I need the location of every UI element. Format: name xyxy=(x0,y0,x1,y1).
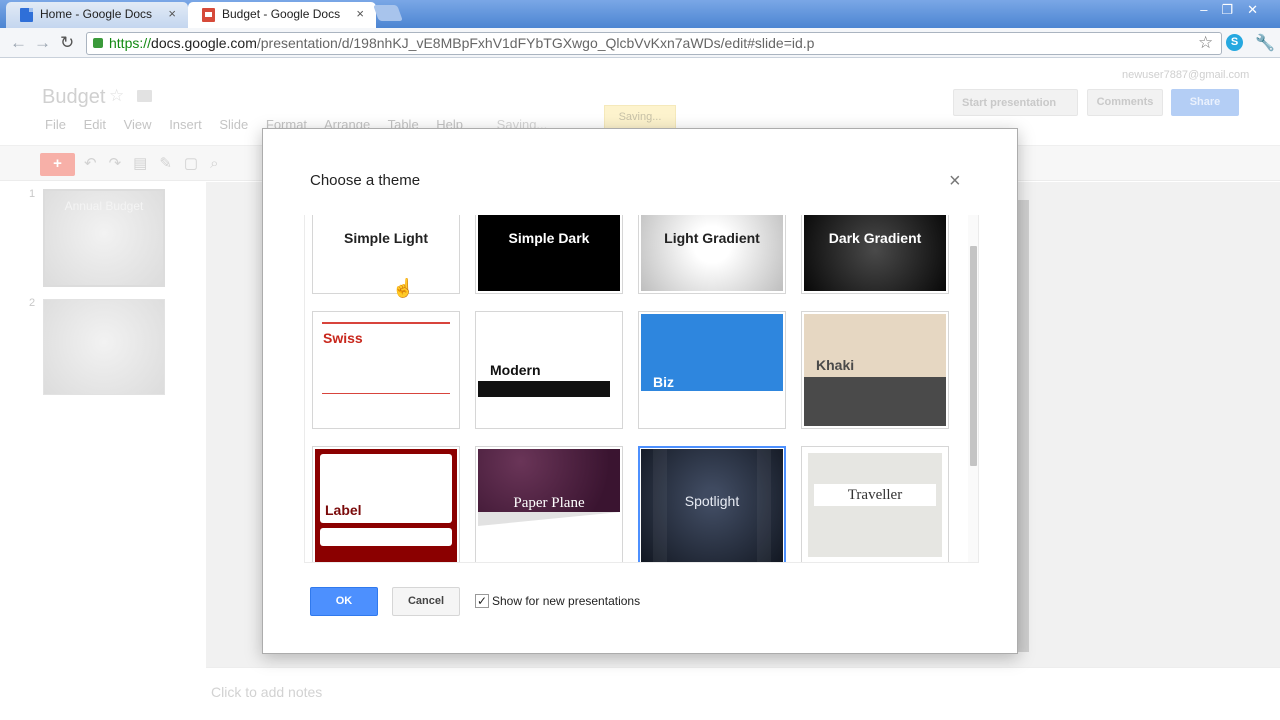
docs-icon xyxy=(20,8,33,22)
back-arrow-icon[interactable]: ← xyxy=(10,33,27,53)
user-email[interactable]: newuser7887@gmail.com xyxy=(1122,69,1249,81)
theme-rule xyxy=(322,322,450,324)
theme-light-gradient[interactable]: Light Gradient xyxy=(638,215,786,294)
share-button[interactable]: Share xyxy=(1171,89,1239,116)
theme-name: Traveller xyxy=(847,487,903,503)
print-icon[interactable]: ▤ xyxy=(133,155,159,172)
slide-filmstrip: 1 Annual Budget 2 xyxy=(0,182,206,720)
show-for-new-label[interactable]: Show for new presentations xyxy=(492,594,640,608)
restore-icon[interactable]: ❐ xyxy=(1221,2,1247,17)
menu-slide[interactable]: Slide xyxy=(219,117,248,132)
tab-home-google-docs[interactable]: Home - Google Docs × xyxy=(6,2,188,28)
tab-budget-google-docs[interactable]: Budget - Google Docs × xyxy=(188,2,376,28)
toolbar-icons: ↶↷▤✎▢⌕ xyxy=(84,154,231,172)
start-presentation-button[interactable]: Start presentation xyxy=(953,89,1078,116)
theme-gallery: Simple Light Simple Dark Light Gradient … xyxy=(304,215,979,563)
menu-file[interactable]: File xyxy=(45,117,66,132)
url-path: /presentation/d/198nhKJ_vE8MBpFxhV1dFYbT… xyxy=(256,35,815,51)
slide-thumbnail[interactable]: Annual Budget xyxy=(43,189,165,287)
theme-traveller[interactable]: Traveller xyxy=(801,446,949,562)
url-host: docs.google.com xyxy=(151,35,257,51)
theme-label[interactable]: Label xyxy=(312,446,460,562)
window-controls[interactable]: –❐✕ xyxy=(1200,2,1272,18)
browser-toolbar: ← → ↻ https://docs.google.com/presentati… xyxy=(0,28,1280,58)
new-slide-button[interactable]: + xyxy=(40,153,75,176)
tab-close-icon[interactable]: × xyxy=(168,6,176,21)
menu-insert[interactable]: Insert xyxy=(169,117,202,132)
theme-name: Paper Plane xyxy=(513,495,585,511)
document-title[interactable]: Budget xyxy=(42,86,105,109)
theme-name: Label xyxy=(325,502,362,518)
theme-rule xyxy=(322,393,450,394)
slide-thumbnail[interactable] xyxy=(43,299,165,395)
theme-khaki[interactable]: Khaki xyxy=(801,311,949,429)
url-scheme: https:// xyxy=(109,35,152,51)
theme-card xyxy=(320,528,452,546)
theme-name: Biz xyxy=(653,374,674,390)
theme-paper-plane[interactable]: Paper Plane xyxy=(475,446,623,562)
wrench-menu-icon[interactable]: 🔧 xyxy=(1255,33,1275,53)
tab-title: Home - Google Docs xyxy=(40,7,153,21)
theme-simple-light[interactable]: Simple Light xyxy=(312,215,460,294)
theme-name: Simple Light xyxy=(344,230,428,246)
comments-button[interactable]: Comments xyxy=(1087,89,1163,116)
lock-icon xyxy=(93,38,103,48)
saving-notification: Saving... xyxy=(604,105,676,129)
folder-icon[interactable] xyxy=(137,90,152,102)
close-icon[interactable]: × xyxy=(949,170,961,193)
show-for-new-checkbox[interactable]: ✓ xyxy=(475,594,489,608)
bookmark-star-icon[interactable]: ☆ xyxy=(1198,33,1213,53)
window-close-icon[interactable]: ✕ xyxy=(1247,2,1272,17)
paint-format-icon[interactable]: ✎ xyxy=(159,155,184,172)
address-bar[interactable]: https://docs.google.com/presentation/d/1… xyxy=(86,32,1222,55)
theme-name: Modern xyxy=(490,362,541,378)
menu-view[interactable]: View xyxy=(124,117,152,132)
select-icon[interactable]: ▢ xyxy=(184,155,210,172)
theme-name: Dark Gradient xyxy=(828,230,922,246)
slide-number: 2 xyxy=(29,297,36,309)
theme-block xyxy=(804,377,946,426)
star-icon[interactable]: ☆ xyxy=(109,86,124,106)
scrollbar-thumb[interactable] xyxy=(970,246,977,466)
theme-swiss[interactable]: Swiss xyxy=(312,311,460,429)
dialog-title: Choose a theme xyxy=(310,172,421,189)
minimize-icon[interactable]: – xyxy=(1200,2,1221,17)
undo-icon[interactable]: ↶ xyxy=(84,155,109,172)
zoom-icon[interactable]: ⌕ xyxy=(210,155,230,172)
theme-name: Khaki xyxy=(816,357,855,373)
tab-close-icon[interactable]: × xyxy=(356,6,364,21)
new-tab-button[interactable] xyxy=(373,5,403,21)
cancel-button[interactable]: Cancel xyxy=(392,587,460,616)
menu-edit[interactable]: Edit xyxy=(84,117,106,132)
theme-spotlight[interactable]: Spotlight xyxy=(638,446,786,562)
choose-theme-dialog: Choose a theme × Simple Light Simple Dar… xyxy=(262,128,1018,654)
ok-button[interactable]: OK xyxy=(310,587,378,616)
speaker-notes[interactable]: Click to add notes xyxy=(206,667,1280,720)
theme-modern[interactable]: Modern xyxy=(475,311,623,429)
slides-icon xyxy=(202,8,215,22)
slide-number: 1 xyxy=(29,188,36,200)
theme-name: Swiss xyxy=(323,330,363,346)
slide-thumbnail-title: Annual Budget xyxy=(64,199,144,213)
redo-icon[interactable]: ↷ xyxy=(109,155,134,172)
theme-bar xyxy=(478,381,610,397)
theme-biz[interactable]: Biz xyxy=(638,311,786,429)
forward-arrow-icon[interactable]: → xyxy=(34,33,51,53)
skype-extension-icon[interactable]: S xyxy=(1226,34,1243,51)
theme-name: Simple Dark xyxy=(508,230,590,246)
theme-simple-dark[interactable]: Simple Dark xyxy=(475,215,623,294)
theme-name: Spotlight xyxy=(684,493,740,509)
theme-dark-gradient[interactable]: Dark Gradient xyxy=(801,215,949,294)
browser-tabstrip: Home - Google Docs × Budget - Google Doc… xyxy=(0,0,1280,28)
theme-name: Light Gradient xyxy=(664,230,760,246)
notes-placeholder: Click to add notes xyxy=(211,684,323,700)
reload-icon[interactable]: ↻ xyxy=(60,33,74,53)
tab-title: Budget - Google Docs xyxy=(222,7,341,21)
theme-wedge xyxy=(478,512,620,526)
